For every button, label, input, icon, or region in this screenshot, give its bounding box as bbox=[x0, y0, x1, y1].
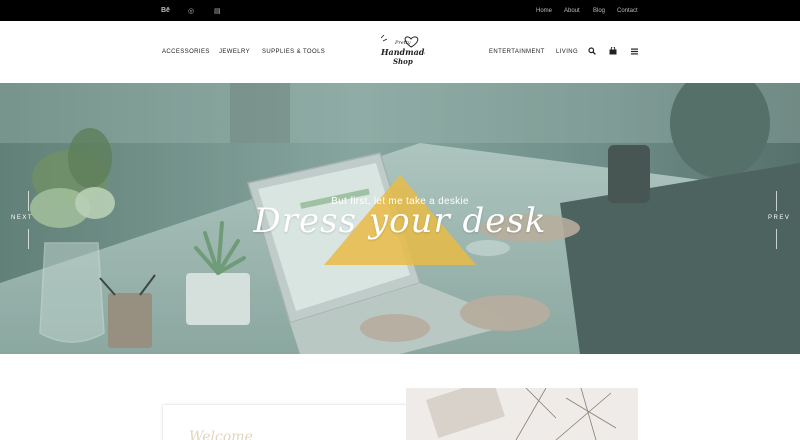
behance-icon[interactable]: Bē bbox=[161, 0, 170, 21]
slider-prev-button[interactable]: PREV bbox=[768, 215, 790, 221]
top-bar: Bē ◎ ▤ Home About Blog Contact bbox=[0, 0, 800, 21]
top-link-contact[interactable]: Contact bbox=[617, 0, 638, 21]
nav-living[interactable]: LIVING bbox=[556, 21, 578, 83]
top-link-about[interactable]: About bbox=[564, 0, 580, 21]
logo-graphic: Pretty Handmade Shop bbox=[380, 34, 429, 66]
top-link-home[interactable]: Home bbox=[536, 0, 552, 21]
next-divider-bottom bbox=[28, 229, 29, 249]
logo-line-2: Handmade bbox=[380, 47, 425, 57]
logo-line-3: Shop bbox=[393, 57, 413, 66]
main-header: ACCESSORIES JEWELRY SUPPLIES & TOOLS Pre… bbox=[0, 21, 800, 83]
nav-entertainment[interactable]: ENTERTAINMENT bbox=[489, 21, 545, 83]
dribbble-icon[interactable]: ◎ bbox=[188, 0, 194, 21]
nav-accessories[interactable]: ACCESSORIES bbox=[162, 21, 210, 83]
search-icon[interactable] bbox=[586, 44, 598, 58]
site-logo[interactable]: Pretty Handmade Shop bbox=[375, 33, 429, 71]
feature-card[interactable]: Welcome bbox=[163, 405, 433, 440]
top-link-blog[interactable]: Blog bbox=[593, 0, 605, 21]
hero-slider: But first, let me take a deskie Dress yo… bbox=[0, 83, 800, 354]
prev-divider-top bbox=[776, 191, 777, 211]
logo-line-1: Pretty bbox=[394, 40, 411, 46]
flickr-icon[interactable]: ▤ bbox=[214, 0, 221, 21]
cart-icon[interactable] bbox=[607, 44, 619, 58]
feature-photo-graphic bbox=[406, 388, 638, 440]
next-divider-top bbox=[28, 191, 29, 211]
hero-title: Dress your desk bbox=[253, 201, 547, 241]
prev-divider-bottom bbox=[776, 229, 777, 249]
feature-photo[interactable] bbox=[406, 388, 638, 440]
nav-jewelry[interactable]: JEWELRY bbox=[219, 21, 250, 83]
menu-icon[interactable] bbox=[628, 44, 640, 58]
slider-next-button[interactable]: NEXT bbox=[11, 215, 33, 221]
card-script-text: Welcome bbox=[189, 429, 253, 440]
nav-supplies-tools[interactable]: SUPPLIES & TOOLS bbox=[262, 21, 325, 83]
